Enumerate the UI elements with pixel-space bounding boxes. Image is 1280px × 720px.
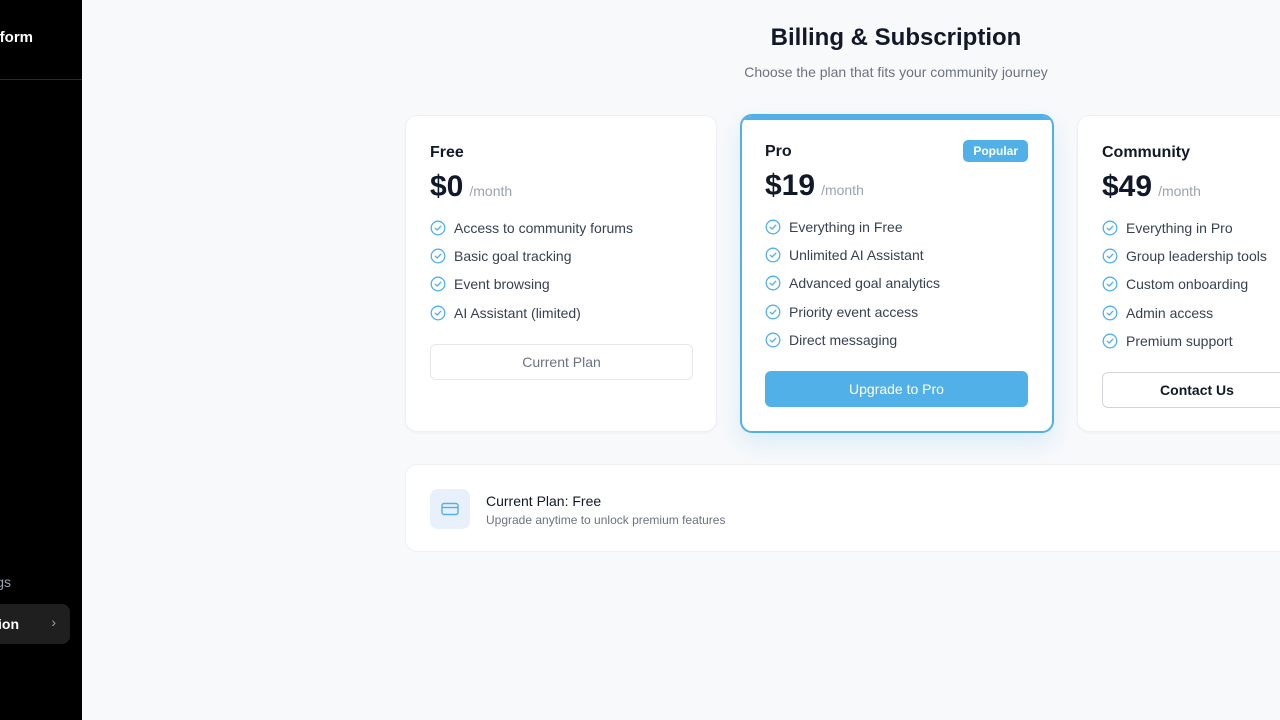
feature-text: Priority event access bbox=[789, 303, 919, 320]
check-circle-icon bbox=[430, 248, 446, 264]
feature-text: Direct messaging bbox=[789, 331, 898, 348]
feature-item: Everything in Pro bbox=[1102, 214, 1267, 242]
feature-text: Everything in Free bbox=[789, 219, 903, 236]
feature-text: Unlimited AI Assistant bbox=[789, 247, 924, 264]
contact-us-button[interactable]: Contact Us bbox=[1102, 372, 1280, 408]
plan-card-community: Community $49 /month Everything in Pro G… bbox=[1077, 115, 1280, 432]
plan-period: /month bbox=[469, 183, 513, 199]
feature-text: Everything in Pro bbox=[1126, 220, 1233, 237]
price-row: $19 /month bbox=[765, 169, 864, 203]
chevron-right-icon: › bbox=[51, 614, 56, 630]
current-plan-title: Current Plan: Free bbox=[486, 493, 602, 509]
feature-item: Unlimited AI Assistant bbox=[765, 241, 940, 269]
plan-price: $49 bbox=[1102, 170, 1153, 203]
feature-list: Access to community forums Basic goal tr… bbox=[430, 214, 633, 327]
feature-item: Group leadership tools bbox=[1102, 242, 1267, 270]
brand-name: form bbox=[0, 29, 33, 46]
feature-text: Event browsing bbox=[454, 276, 550, 293]
check-circle-icon bbox=[1102, 305, 1118, 321]
popular-badge: Popular bbox=[963, 140, 1028, 162]
check-circle-icon bbox=[1102, 248, 1118, 264]
check-circle-icon bbox=[765, 219, 781, 235]
feature-text: Admin access bbox=[1126, 304, 1214, 321]
feature-item: Access to community forums bbox=[430, 214, 633, 242]
plan-card-free: Free $0 /month Access to community forum… bbox=[405, 115, 717, 432]
feature-text: Group leadership tools bbox=[1126, 248, 1267, 265]
feature-item: Premium support bbox=[1102, 327, 1267, 355]
plan-name: Pro bbox=[765, 143, 792, 160]
plan-name: Community bbox=[1102, 144, 1190, 161]
check-circle-icon bbox=[430, 305, 446, 321]
brand: form bbox=[0, 0, 82, 80]
current-plan-description: Upgrade anytime to unlock premium featur… bbox=[486, 513, 726, 527]
check-circle-icon bbox=[765, 247, 781, 263]
sidebar-item-label: ion bbox=[0, 616, 19, 632]
check-circle-icon bbox=[765, 276, 781, 291]
plan-period: /month bbox=[821, 182, 864, 198]
check-circle-icon bbox=[430, 277, 446, 292]
plan-card-pro: Pro Popular $19 /month Everything in Fre… bbox=[740, 114, 1054, 433]
feature-item: Advanced goal analytics bbox=[765, 269, 940, 297]
check-circle-icon bbox=[1102, 333, 1118, 349]
sidebar: form gs ion › bbox=[0, 0, 82, 720]
check-circle-icon bbox=[430, 220, 446, 236]
feature-item: Everything in Free bbox=[765, 213, 940, 241]
current-plan-button[interactable]: Current Plan bbox=[430, 344, 693, 380]
page-title: Billing & Subscription bbox=[770, 24, 1022, 51]
feature-item: Event browsing bbox=[430, 270, 633, 298]
sidebar-item-settings[interactable]: gs bbox=[0, 574, 11, 590]
sidebar-item-subscription[interactable]: ion › bbox=[0, 604, 70, 644]
feature-list: Everything in Free Unlimited AI Assistan… bbox=[765, 213, 940, 354]
feature-text: Advanced goal analytics bbox=[789, 275, 940, 292]
plan-name: Free bbox=[430, 144, 464, 161]
feature-text: Access to community forums bbox=[454, 220, 633, 237]
feature-text: Custom onboarding bbox=[1126, 276, 1249, 293]
plan-period: /month bbox=[1158, 183, 1201, 199]
check-circle-icon bbox=[1102, 220, 1118, 236]
price-row: $0 /month bbox=[430, 170, 512, 204]
plan-price: $19 bbox=[765, 169, 816, 202]
feature-list: Everything in Pro Group leadership tools… bbox=[1102, 214, 1267, 355]
credit-card-icon bbox=[430, 489, 470, 529]
feature-item: AI Assistant (limited) bbox=[430, 299, 633, 327]
feature-item: Custom onboarding bbox=[1102, 270, 1267, 298]
check-circle-icon bbox=[765, 304, 781, 320]
feature-text: Basic goal tracking bbox=[454, 248, 572, 265]
feature-text: Premium support bbox=[1126, 332, 1233, 349]
feature-item: Priority event access bbox=[765, 298, 940, 326]
page-subtitle: Choose the plan that fits your community… bbox=[744, 64, 1048, 80]
upgrade-to-pro-button[interactable]: Upgrade to Pro bbox=[765, 371, 1028, 407]
price-row: $49 /month bbox=[1102, 170, 1201, 204]
feature-text: AI Assistant (limited) bbox=[454, 304, 581, 321]
feature-item: Basic goal tracking bbox=[430, 242, 633, 270]
feature-item: Direct messaging bbox=[765, 326, 940, 354]
current-plan-panel: Current Plan: Free Upgrade anytime to un… bbox=[405, 464, 1280, 552]
feature-item: Admin access bbox=[1102, 299, 1267, 327]
plan-price: $0 bbox=[430, 170, 464, 203]
check-circle-icon bbox=[1102, 277, 1118, 292]
check-circle-icon bbox=[765, 332, 781, 348]
